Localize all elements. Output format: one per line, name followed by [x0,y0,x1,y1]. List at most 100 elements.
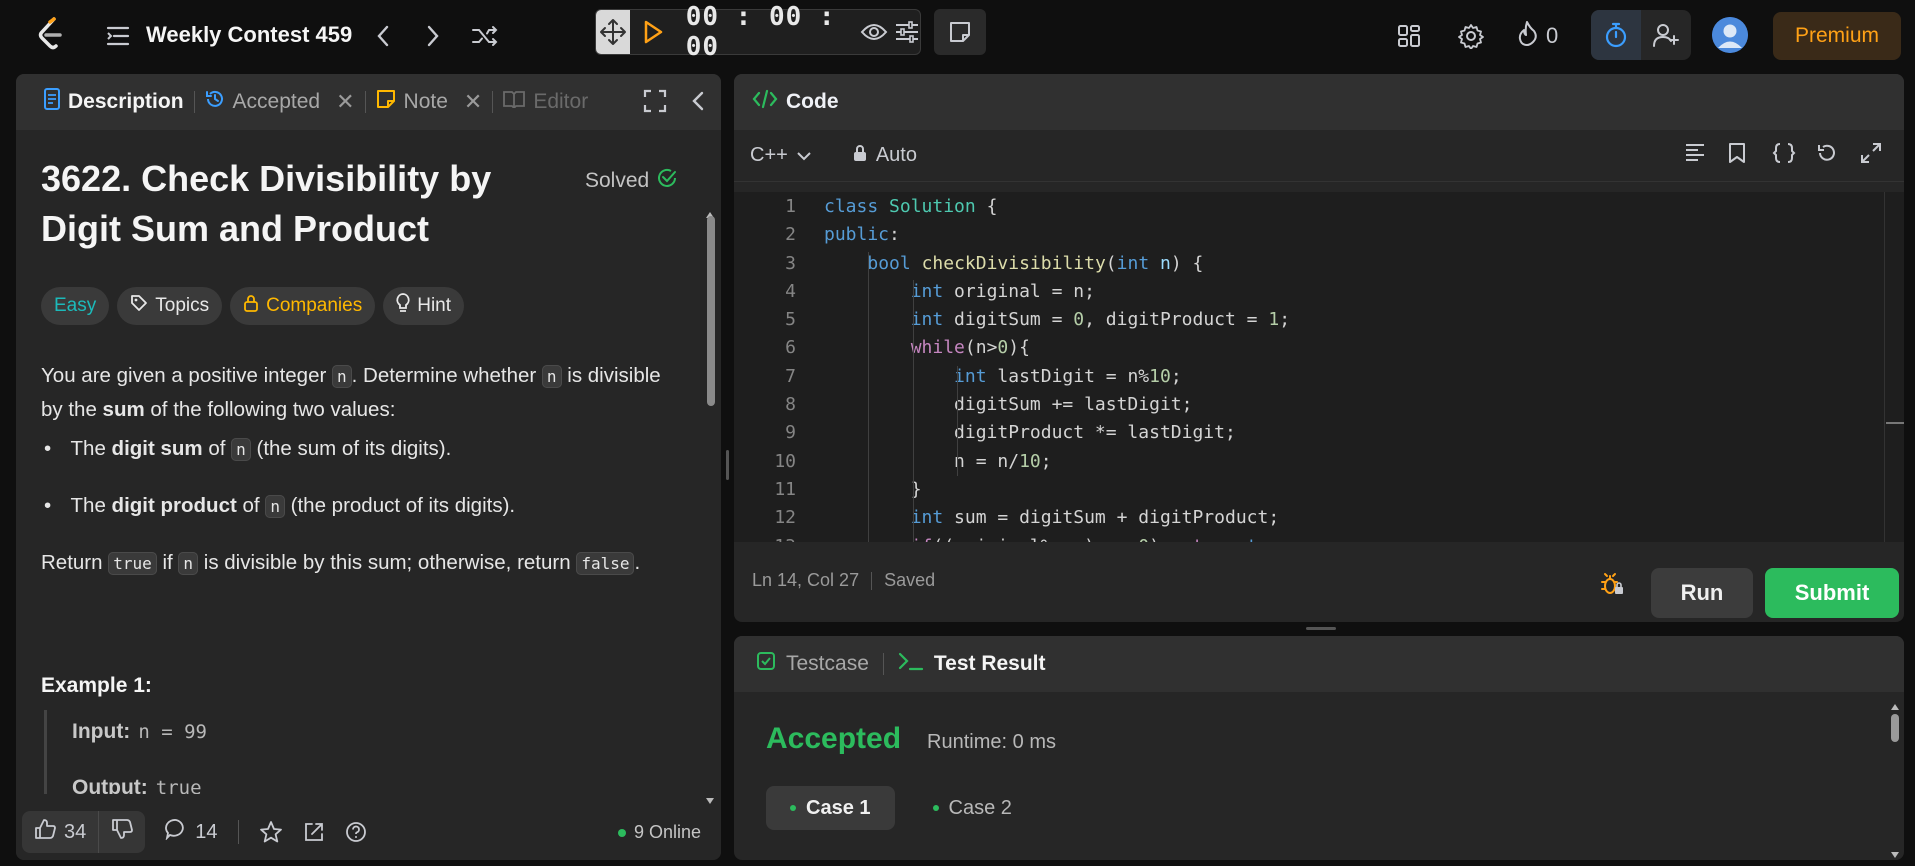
shuffle-icon[interactable] [470,20,500,52]
tab-accepted-label: Accepted [232,90,321,113]
collapse-left-icon[interactable] [688,88,708,114]
play-icon[interactable] [642,17,664,47]
code-line: 7 int lastDigit = n%10; [734,366,1904,394]
timer-display: 00 : 00 : 00 [685,2,836,62]
footer-divider [237,820,239,844]
statement-text: . Determine whether [351,364,542,387]
timer-invite-group [1591,10,1691,60]
verdict-text: Accepted [766,722,902,755]
like-button[interactable]: 34 [22,811,100,853]
contest-title[interactable]: Weekly Contest 459 [146,22,352,48]
statement-text: of [202,437,232,460]
top-navigation-bar: Weekly Contest 459 00 : 00 : 00 0 Premiu… [0,0,1915,72]
tab-test-result[interactable]: Test Result [898,651,1046,677]
format-icon[interactable] [1684,142,1710,168]
topics-tag[interactable]: Topics [117,287,223,325]
code-line: 2 public: [734,224,1904,252]
star-icon[interactable] [259,820,283,844]
panel-resize-handle-horizontal[interactable] [1306,627,1336,630]
share-icon[interactable] [303,821,325,843]
braces-icon[interactable] [1772,142,1798,168]
avatar[interactable] [1712,17,1748,53]
list-item: The digit sum of n (the sum of its digit… [44,432,451,466]
stopwatch-icon[interactable] [1591,10,1641,60]
run-button[interactable]: Run [1651,568,1753,618]
checkbox-icon [756,651,776,677]
case-label: Case 2 [948,796,1012,819]
code-line: 4 int original = n; [734,281,1904,309]
auto-mode-toggle[interactable]: Auto [852,144,917,168]
premium-button[interactable]: Premium [1773,12,1901,60]
tab-description[interactable]: Description [34,74,194,130]
thumbs-down-icon [111,818,134,846]
indent-guide [957,366,958,476]
online-indicator: 9 Online [617,822,701,843]
tab-accepted[interactable]: Accepted ✕ [195,74,365,130]
leetcode-logo-icon[interactable] [34,16,66,52]
case-tab-1[interactable]: Case 1 [766,786,895,830]
eye-icon[interactable] [860,17,888,47]
line-number: 10 [774,450,796,472]
code-editor[interactable]: 1 class Solution { 2 public: 3 bool checkD… [734,192,1904,542]
panel-resize-handle-vertical[interactable] [726,450,729,480]
debug-icon[interactable] [1600,572,1626,598]
hint-tag[interactable]: Hint [383,287,465,325]
chevron-left-icon[interactable] [370,20,396,52]
companies-label: Companies [266,295,363,316]
input-label: Input: [72,720,131,743]
submit-button[interactable]: Submit [1765,568,1899,618]
statement-text: The [70,494,112,517]
scrollbar-thumb[interactable] [707,216,715,406]
indent-guide [913,280,914,542]
grid-icon[interactable] [1394,20,1424,52]
add-user-icon[interactable] [1641,10,1691,60]
input-value: n = 99 [138,721,207,743]
result-summary: Accepted Runtime: 0 ms [766,722,1056,756]
scroll-down-icon[interactable] [1890,846,1900,860]
bold-text: digit product [111,494,237,517]
code-line: 13 if((original%sum) == 0) return true; [734,536,1904,542]
code-line: 1 class Solution { [734,196,1904,224]
tab-note[interactable]: Note ✕ [366,74,493,130]
statement-text: is divisible by this sum; otherwise, ret… [198,551,577,574]
page-title: 3622. Check Divisibility by Digit Sum an… [41,158,492,249]
problem-list-icon[interactable] [104,22,132,50]
editor-tools [1684,142,1886,168]
comments-button[interactable]: 14 [165,818,218,846]
fullscreen-icon[interactable] [1860,142,1886,168]
topics-label: Topics [155,295,210,316]
help-icon[interactable] [345,821,367,843]
chevron-right-icon[interactable] [420,20,446,52]
test-tab-bar: Testcase Test Result [734,636,1904,692]
chevron-down-icon [796,144,812,167]
maximize-icon[interactable] [642,88,668,114]
case-tab-2[interactable]: Case 2 [909,786,1036,830]
description-footer: 34 14 9 Online [16,804,721,860]
dislike-button[interactable] [99,811,145,853]
reset-icon[interactable] [1816,142,1842,168]
streak-count: 0 [1546,23,1559,48]
output-label: Output: [72,776,148,794]
editor-scrollbar[interactable] [1884,192,1885,542]
close-icon[interactable]: ✕ [336,89,354,115]
code-line: 6 while(n>0){ [734,337,1904,365]
gear-icon[interactable] [1456,20,1486,52]
left-tab-bar: Description Accepted ✕ Note ✕ Editor [16,74,721,130]
bookmark-icon[interactable] [1728,142,1754,168]
close-icon[interactable]: ✕ [464,89,482,115]
scrollbar-thumb[interactable] [1891,714,1899,742]
line-number: 1 [785,196,796,217]
status-divider [871,571,873,590]
language-select[interactable]: C++ [750,144,812,167]
tab-testcase[interactable]: Testcase [756,651,869,677]
online-dot-icon [617,828,626,837]
vote-group: 34 [22,811,146,853]
note-icon[interactable] [934,9,986,55]
tab-editorial[interactable]: Editor [493,74,593,130]
drag-move-icon[interactable] [596,10,630,54]
code-header: Code [734,74,1904,130]
line-number: 7 [785,365,796,387]
streak-counter[interactable]: 0 [1516,20,1558,52]
companies-tag[interactable]: Companies [230,287,376,325]
sliders-icon[interactable] [894,17,920,47]
